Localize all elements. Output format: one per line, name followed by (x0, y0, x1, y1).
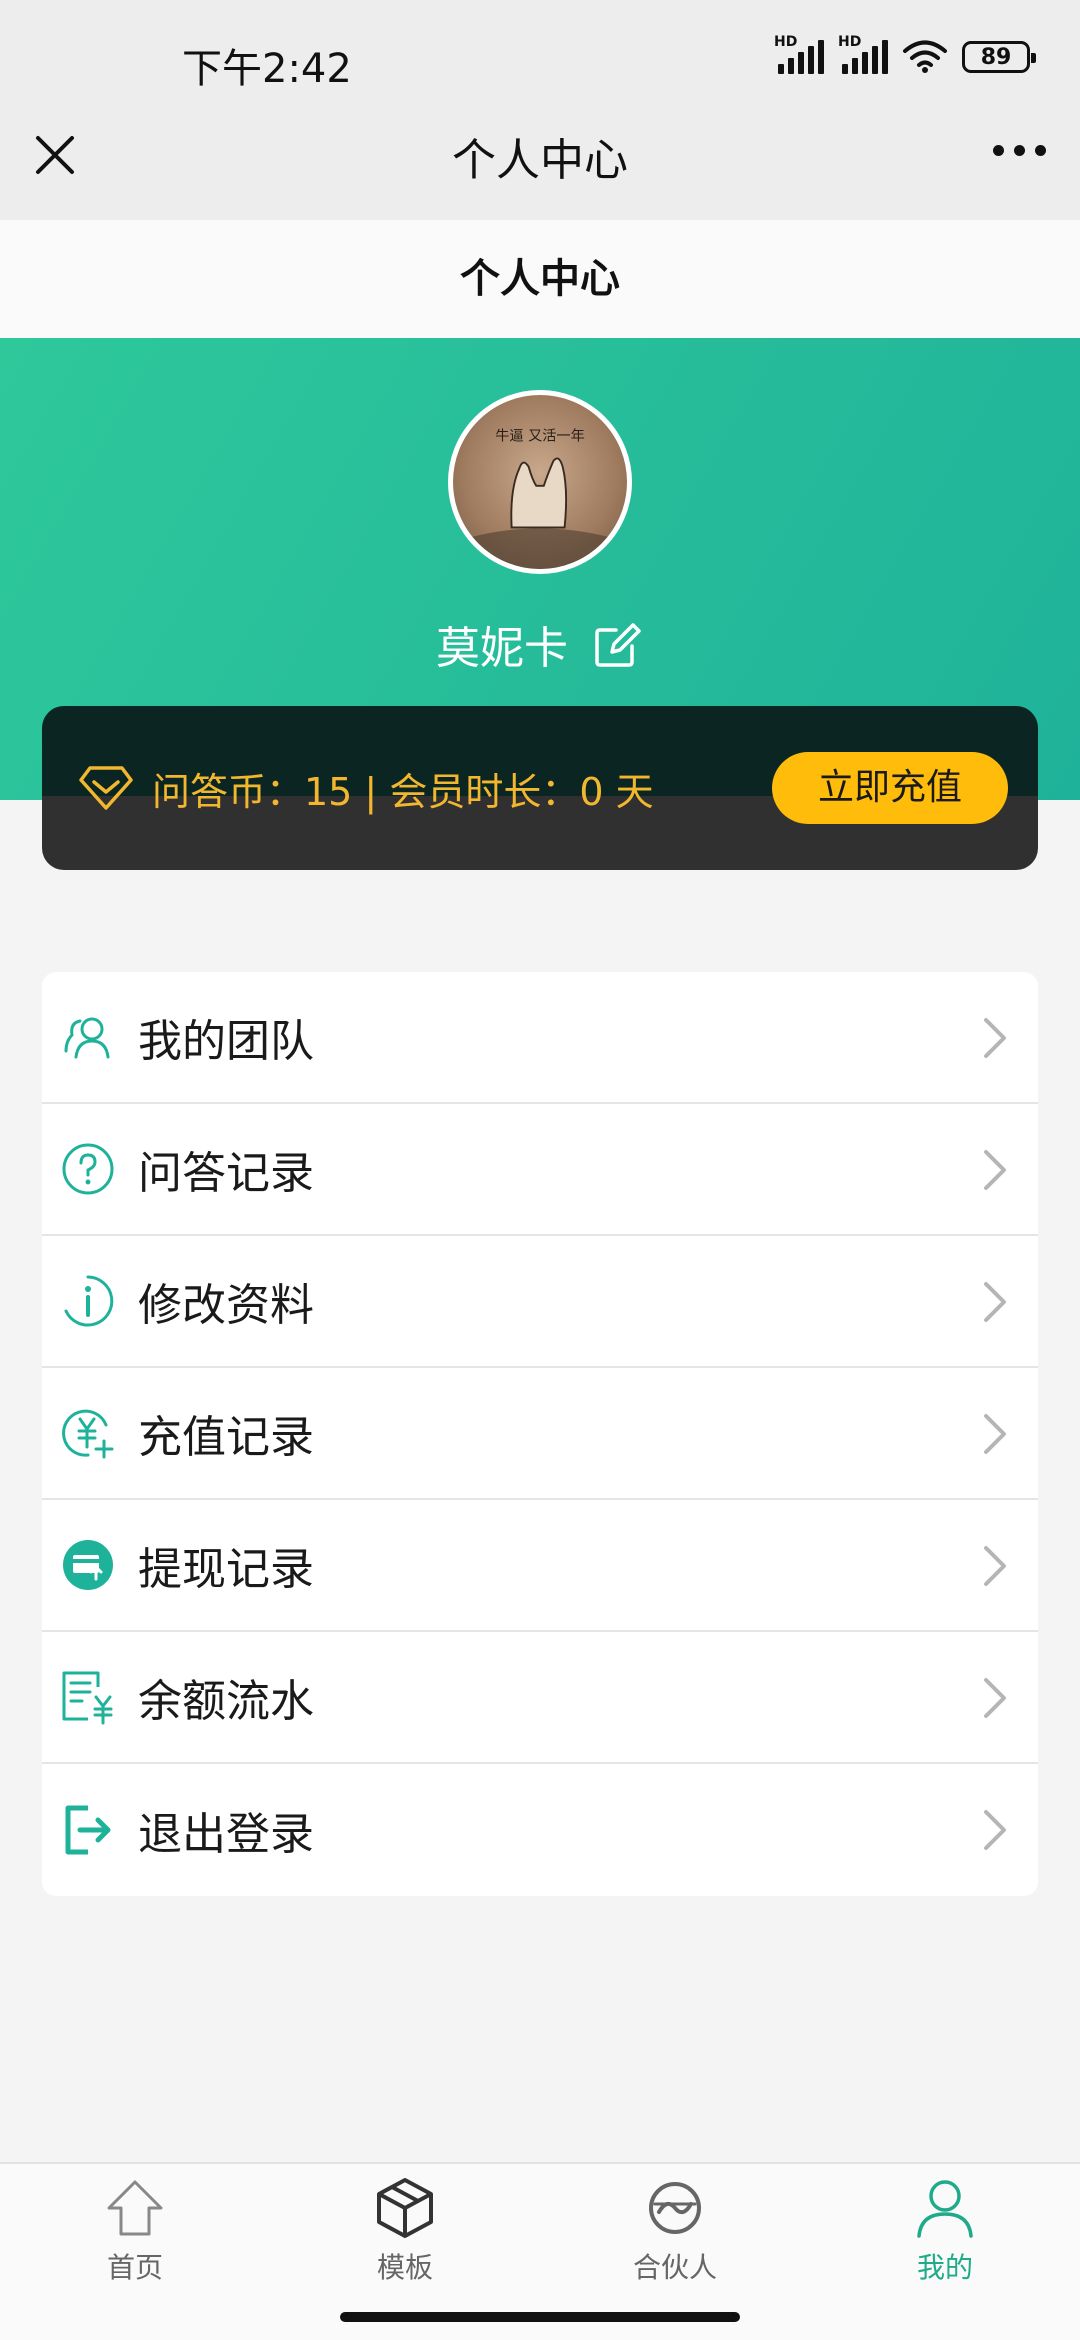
app-root: 下午2:42 HD HD 89 个人中心 个人中心 牛逼 又活一年 莫妮卡 问答… (0, 0, 1080, 2340)
menu-label: 我的团队 (138, 1016, 314, 1067)
chevron-right-icon (984, 1414, 1006, 1454)
battery-indicator: 89 (962, 41, 1036, 73)
person-icon (917, 2180, 973, 2238)
menu-label: 充值记录 (138, 1412, 314, 1463)
menu-item-recharge-records[interactable]: 充值记录 (42, 1368, 1038, 1500)
home-icon (107, 2180, 163, 2236)
info-icon (64, 1275, 114, 1327)
menu-item-balance-flow[interactable]: 余额流水 (42, 1632, 1038, 1764)
avatar-caption: 牛逼 又活一年 (495, 428, 585, 444)
withdraw-icon (63, 1540, 113, 1590)
avatar-image: 牛逼 又活一年 (471, 428, 609, 569)
yuan-plus-icon (62, 1409, 114, 1459)
logout-icon (65, 1805, 111, 1855)
tab-home[interactable]: 首页 (45, 2174, 225, 2286)
top-bar: 下午2:42 HD HD 89 个人中心 (0, 0, 1080, 220)
username-row: 莫妮卡 (0, 612, 1080, 676)
recharge-button[interactable]: 立即充值 (772, 752, 1008, 824)
tab-partner[interactable]: 合伙人 (585, 2174, 765, 2286)
question-icon (62, 1143, 114, 1195)
menu-item-qa-records[interactable]: 问答记录 (42, 1104, 1038, 1236)
tab-label: 首页 (106, 2251, 163, 2284)
menu-item-edit-profile[interactable]: 修改资料 (42, 1236, 1038, 1368)
cell-signal-icon: HD (774, 34, 824, 74)
avatar[interactable]: 牛逼 又活一年 (448, 390, 632, 574)
tab-label: 模板 (376, 2251, 433, 2284)
tab-label: 合伙人 (632, 2251, 717, 2284)
team-icon (64, 1017, 110, 1059)
tab-templates[interactable]: 模板 (315, 2174, 495, 2286)
menu-item-logout[interactable]: 退出登录 (42, 1764, 1038, 1896)
menu-label: 修改资料 (138, 1280, 314, 1331)
membership-card: 问答币：15 | 会员时长：0 天 立即充值 (42, 706, 1038, 870)
chevron-right-icon (984, 1678, 1006, 1718)
edit-icon[interactable] (592, 618, 644, 670)
menu-label: 提现记录 (138, 1544, 314, 1595)
chevron-right-icon (984, 1150, 1006, 1190)
partner-icon (649, 2182, 701, 2234)
nav-title: 个人中心 (452, 135, 628, 186)
hd-label-2: HD (838, 34, 862, 50)
status-icons: HD HD 89 (774, 34, 1036, 74)
tab-label: 我的 (916, 2251, 973, 2284)
status-time: 下午2:42 (182, 46, 352, 92)
menu-item-withdraw-records[interactable]: 提现记录 (42, 1500, 1038, 1632)
hd-label: HD (774, 34, 798, 50)
home-indicator[interactable] (340, 2312, 740, 2322)
more-icon[interactable] (993, 145, 1046, 156)
ledger-icon (62, 1671, 113, 1725)
menu-item-team[interactable]: 我的团队 (42, 972, 1038, 1104)
page-title: 个人中心 (0, 220, 1080, 338)
chevron-right-icon (984, 1546, 1006, 1586)
cell-signal-icon-2: HD (838, 34, 888, 74)
menu-label: 问答记录 (138, 1148, 314, 1199)
chevron-right-icon (984, 1018, 1006, 1058)
chevron-right-icon (984, 1282, 1006, 1322)
diamond-icon (79, 766, 133, 810)
member-balance-text: 问答币：15 | 会员时长：0 天 (152, 769, 654, 814)
menu-label: 退出登录 (138, 1809, 314, 1860)
menu-list: 我的团队 问答记录 修改资料 充值记录 提现记录 余额流水 退出登录 (42, 972, 1038, 1896)
username: 莫妮卡 (436, 623, 568, 674)
chevron-right-icon (984, 1810, 1006, 1850)
menu-label: 余额流水 (138, 1676, 314, 1727)
cube-icon (377, 2178, 433, 2238)
tab-mine[interactable]: 我的 (855, 2174, 1035, 2286)
wifi-icon (903, 40, 947, 73)
